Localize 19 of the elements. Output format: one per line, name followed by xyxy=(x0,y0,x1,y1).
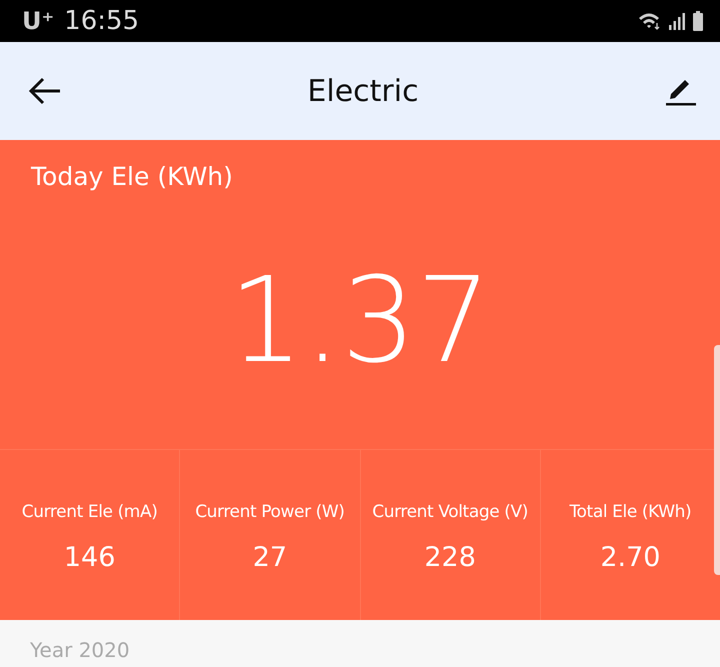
wifi-icon xyxy=(638,11,662,31)
carrier-label: U⁺ xyxy=(22,7,54,35)
clock-time: 16:55 xyxy=(64,6,140,36)
stat-label: Current Power (W) xyxy=(195,502,345,522)
stat-value: 2.70 xyxy=(600,542,660,572)
battery-icon xyxy=(692,10,704,32)
stat-value: 228 xyxy=(424,542,476,572)
stat-value: 27 xyxy=(252,542,288,572)
stat-label: Current Ele (mA) xyxy=(22,502,158,522)
page-title: Electric xyxy=(307,74,419,108)
today-label: Today Ele (KWh) xyxy=(30,161,234,191)
stat-label: Current Voltage (V) xyxy=(372,502,528,522)
stat-label: Total Ele (KWh) xyxy=(569,502,692,522)
signal-icon xyxy=(668,11,686,31)
today-value: 1.37 xyxy=(228,250,492,391)
section-title: Year 2020 xyxy=(30,638,131,662)
back-arrow-icon xyxy=(28,76,62,106)
stat-value: 146 xyxy=(64,542,116,572)
scrollbar[interactable] xyxy=(714,345,720,575)
